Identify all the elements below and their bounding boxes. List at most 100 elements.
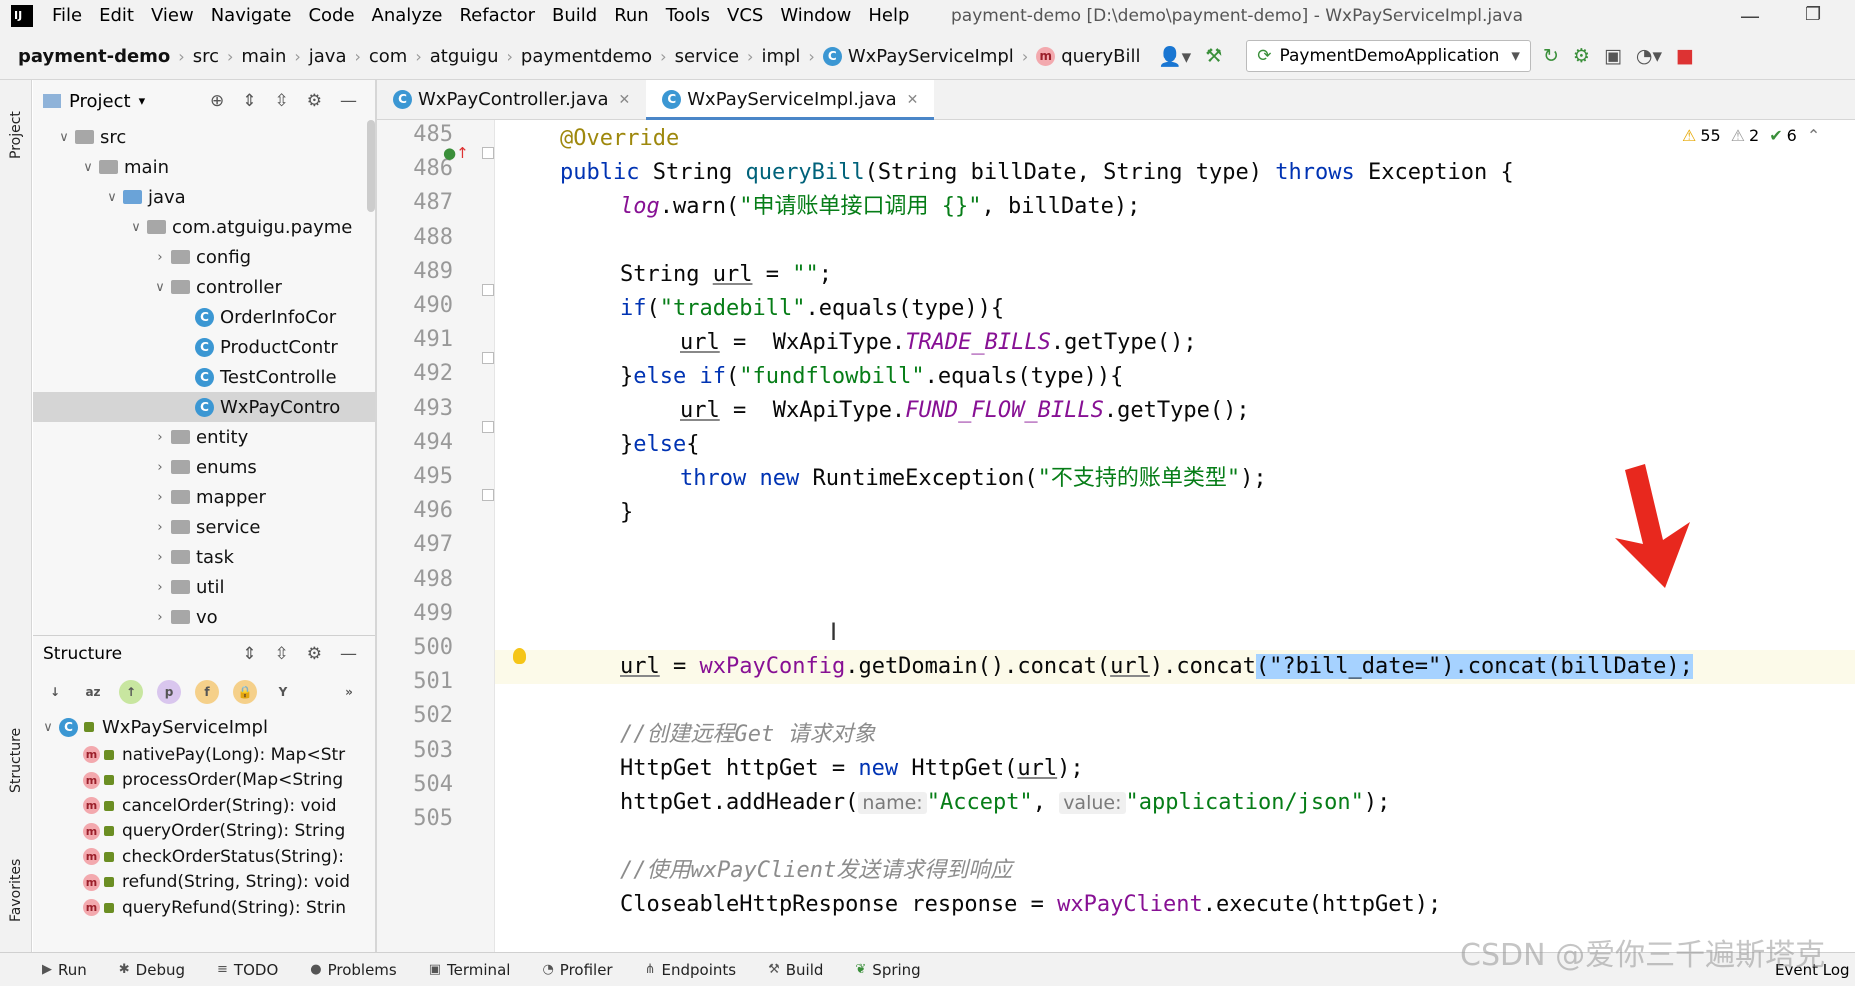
maximize-icon[interactable]: ❐ <box>1805 4 1821 25</box>
minimize-icon[interactable]: — <box>1740 4 1760 28</box>
tree-item[interactable]: ∨ com.atguigu.payme <box>33 212 375 242</box>
menu-refactor[interactable]: Refactor <box>459 0 535 32</box>
menu-build[interactable]: Build <box>552 0 597 32</box>
breadcrumb-java[interactable]: java <box>309 46 347 67</box>
fold-marker-icon[interactable] <box>482 352 494 364</box>
inspections-widget[interactable]: ⚠ 55 ⚠ 2 ✔ 6 ⌃ <box>1682 126 1830 145</box>
fold-marker-icon[interactable] <box>482 284 494 296</box>
tree-item[interactable]: › util <box>33 572 375 602</box>
debug-icon[interactable]: ⚙ <box>1573 45 1590 67</box>
structure-method-item[interactable]: m nativePay(Long): Map<Str <box>33 742 375 768</box>
tree-item[interactable]: › service <box>33 512 375 542</box>
breadcrumb-project[interactable]: payment-demo <box>18 46 170 67</box>
chevron-right-icon[interactable]: › <box>149 580 171 595</box>
close-icon[interactable]: ✕ <box>907 92 919 108</box>
chevron-right-icon[interactable]: › <box>149 490 171 505</box>
show-lambdas-icon[interactable]: Y <box>271 680 295 704</box>
more-icon[interactable]: » <box>337 680 361 704</box>
chevron-right-icon[interactable]: › <box>149 520 171 535</box>
tree-item[interactable]: C ProductContr <box>33 332 375 362</box>
tree-item[interactable]: ∨ main <box>33 152 375 182</box>
bottom-tab-problems[interactable]: ● Problems <box>310 961 396 979</box>
profiler-icon[interactable]: ◔▾ <box>1636 45 1662 67</box>
show-properties-icon[interactable]: p <box>157 680 181 704</box>
structure-method-item[interactable]: m checkOrderStatus(String): <box>33 844 375 870</box>
tab-wxpayserviceimpl[interactable]: C WxPayServiceImpl.java ✕ <box>646 79 935 120</box>
bottom-tab-profiler[interactable]: ◔ Profiler <box>542 961 612 979</box>
sort-alpha-icon[interactable]: az <box>81 680 105 704</box>
expand-all-icon[interactable]: ⇕ <box>242 644 256 664</box>
bottom-tab-todo[interactable]: ≡ TODO <box>217 961 278 979</box>
gear-icon[interactable]: ⚙ <box>307 644 322 664</box>
project-side-tab[interactable]: Project <box>0 90 32 180</box>
structure-side-tab[interactable]: Structure <box>0 710 32 810</box>
chevron-down-icon[interactable]: ∨ <box>77 160 99 175</box>
tree-item[interactable]: › enums <box>33 452 375 482</box>
hide-icon[interactable]: — <box>340 644 357 664</box>
tree-item[interactable]: ∨ java <box>33 182 375 212</box>
menu-help[interactable]: Help <box>868 0 909 32</box>
structure-method-item[interactable]: m cancelOrder(String): void <box>33 793 375 819</box>
run-config-select[interactable]: ⟳ PaymentDemoApplication ▾ <box>1246 40 1531 72</box>
bottom-tab-debug[interactable]: ✱ Debug <box>119 961 185 979</box>
chevron-up-icon[interactable]: ⌃ <box>1807 126 1820 145</box>
fold-marker-icon[interactable] <box>482 147 494 159</box>
breadcrumb-method[interactable]: queryBill <box>1061 46 1140 67</box>
tree-item[interactable]: › entity <box>33 422 375 452</box>
stop-icon[interactable]: ■ <box>1676 45 1694 67</box>
close-icon[interactable]: ✕ <box>619 92 631 108</box>
menu-tools[interactable]: Tools <box>666 0 710 32</box>
menu-analyze[interactable]: Analyze <box>372 0 443 32</box>
chevron-down-icon[interactable]: ∨ <box>53 130 75 145</box>
breadcrumb-service[interactable]: service <box>675 46 739 67</box>
breadcrumb-impl[interactable]: impl <box>761 46 800 67</box>
menu-navigate[interactable]: Navigate <box>211 0 292 32</box>
collapse-all-icon[interactable]: ⇳ <box>275 644 289 664</box>
expand-all-icon[interactable]: ⇕ <box>242 91 256 111</box>
implements-marker-icon[interactable]: ●↑ <box>443 144 469 162</box>
menu-run[interactable]: Run <box>614 0 649 32</box>
tree-item[interactable]: › config <box>33 242 375 272</box>
coverage-icon[interactable]: ▣ <box>1604 45 1622 67</box>
fold-marker-icon[interactable] <box>482 421 494 433</box>
tree-item[interactable]: ∨ src <box>33 122 375 152</box>
user-icon[interactable]: 👤▾ <box>1158 45 1191 68</box>
menu-code[interactable]: Code <box>308 0 354 32</box>
tree-item[interactable]: ∨ controller <box>33 272 375 302</box>
tree-item[interactable]: C WxPayContro <box>33 392 375 422</box>
chevron-right-icon[interactable]: › <box>149 550 171 565</box>
chevron-down-icon[interactable]: ∨ <box>149 280 171 295</box>
chevron-right-icon[interactable]: › <box>149 250 171 265</box>
hammer-icon[interactable]: ⚒ <box>1205 45 1222 67</box>
menu-file[interactable]: File <box>52 0 82 32</box>
bottom-tab-terminal[interactable]: ▣ Terminal <box>429 961 511 979</box>
chevron-right-icon[interactable]: › <box>149 460 171 475</box>
project-view-select[interactable]: Project <box>69 91 131 112</box>
structure-method-item[interactable]: m queryOrder(String): String <box>33 819 375 845</box>
chevron-down-icon[interactable]: ∨ <box>101 190 123 205</box>
bottom-tab-build[interactable]: ⚒ Build <box>768 961 823 979</box>
menu-view[interactable]: View <box>151 0 194 32</box>
structure-root[interactable]: ∨ C WxPayServiceImpl <box>33 712 375 742</box>
breadcrumb-com[interactable]: com <box>369 46 407 67</box>
bottom-tab-spring[interactable]: ❦ Spring <box>855 961 920 979</box>
collapse-all-icon[interactable]: ⇳ <box>275 91 289 111</box>
show-fields-icon[interactable]: f <box>195 680 219 704</box>
chevron-down-icon[interactable]: ▾ <box>139 94 146 109</box>
favorites-side-tab[interactable]: Favorites <box>0 840 32 940</box>
chevron-right-icon[interactable]: › <box>149 610 171 625</box>
tree-item[interactable]: › mapper <box>33 482 375 512</box>
gear-icon[interactable]: ⚙ <box>307 91 322 111</box>
show-inherited-icon[interactable]: ↑ <box>119 680 143 704</box>
structure-method-item[interactable]: m queryRefund(String): Strin <box>33 895 375 921</box>
bottom-tab-run[interactable]: ▶ Run <box>42 961 87 979</box>
sort-visibility-icon[interactable]: ↓ <box>43 680 67 704</box>
bottom-tab-endpoints[interactable]: ⋔ Endpoints <box>645 961 736 979</box>
breadcrumb-src[interactable]: src <box>193 46 219 67</box>
tree-item[interactable]: C OrderInfoCor <box>33 302 375 332</box>
hide-icon[interactable]: — <box>340 91 357 111</box>
menu-vcs[interactable]: VCS <box>727 0 763 32</box>
menu-edit[interactable]: Edit <box>99 0 134 32</box>
chevron-down-icon[interactable]: ∨ <box>125 220 147 235</box>
fold-marker-icon[interactable] <box>482 489 494 501</box>
